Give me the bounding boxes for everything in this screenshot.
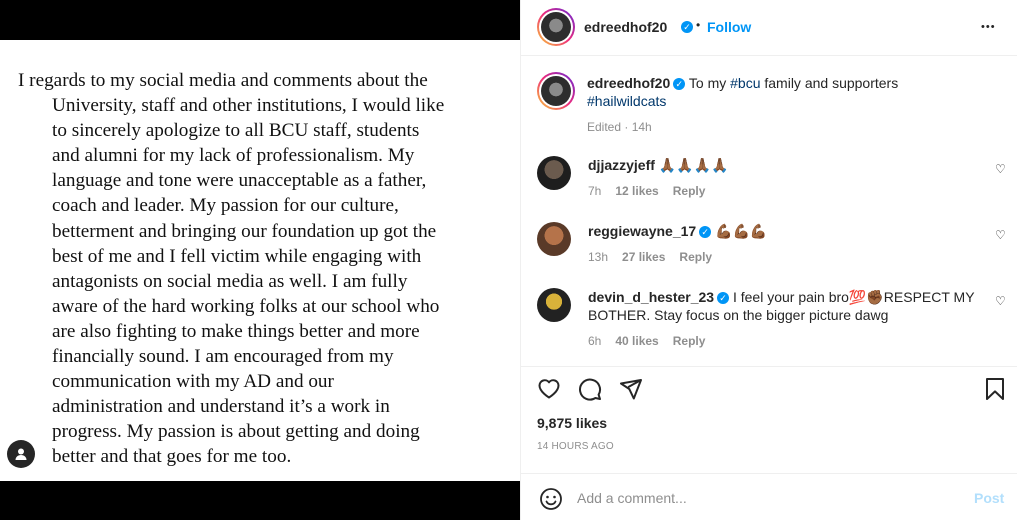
- comment-meta: 6h 40 likes Reply: [588, 332, 988, 350]
- user-tag-icon[interactable]: [7, 440, 35, 468]
- more-options-icon[interactable]: •••: [981, 21, 996, 33]
- comment-text: 🙏🏾🙏🏾🙏🏾🙏🏾: [658, 157, 729, 173]
- share-icon[interactable]: [619, 377, 643, 406]
- avatar[interactable]: [537, 8, 575, 46]
- like-comment-icon[interactable]: ♡: [995, 294, 1006, 308]
- heart-icon[interactable]: [537, 377, 561, 404]
- comment-likes[interactable]: 27 likes: [622, 250, 665, 264]
- caption-username[interactable]: edreedhof20: [587, 75, 670, 91]
- comment-meta: 13h 27 likes Reply: [588, 248, 983, 266]
- comment-username[interactable]: reggiewayne_17: [588, 223, 696, 239]
- letter-line: progress. My passion is about getting an…: [52, 421, 420, 443]
- action-bar: [521, 366, 1017, 406]
- letter-line: administration and understand it’s a wor…: [52, 396, 390, 418]
- comment-time: 6h: [588, 334, 602, 348]
- commenter-avatar[interactable]: [537, 288, 571, 322]
- caption-avatar[interactable]: [537, 72, 575, 110]
- verified-icon: ✓: [717, 292, 730, 305]
- post-image: I regards to my social media and comment…: [0, 40, 520, 481]
- post-caption: edreedhof20 ✓ To my #bcu family and suppo…: [587, 74, 987, 136]
- letter-line: I regards to my social media and comment…: [18, 70, 428, 91]
- post-timestamp: 14 HOURS AGO: [537, 441, 614, 452]
- comment-item: devin_d_hester_23 ✓ I feel your pain bro💯…: [537, 288, 1007, 358]
- letter-line: and alumni for my lack of professionalis…: [52, 145, 415, 167]
- letter-line: communication with my AD and our: [52, 371, 334, 393]
- verified-icon: ✓: [673, 78, 686, 91]
- reply-button[interactable]: Reply: [673, 334, 706, 348]
- comment-username[interactable]: devin_d_hester_23: [588, 289, 714, 305]
- likes-count[interactable]: 9,875 likes: [537, 415, 607, 431]
- comment-time: 7h: [588, 184, 602, 198]
- comment-text: I feel your pain bro💯✊🏾RESPECT MY: [732, 289, 975, 305]
- reply-button[interactable]: Reply: [679, 250, 712, 264]
- comment-item: reggiewayne_17 ✓ 💪🏾💪🏾💪🏾 13h 27 likes Reply …: [537, 222, 1007, 272]
- letter-line: best of me and I fell victim while engag…: [52, 245, 422, 267]
- comment-text: 💪🏾💪🏾💪🏾: [715, 223, 768, 239]
- letter-line: University, staff and other institutions…: [52, 95, 445, 117]
- caption-text: To my: [688, 75, 731, 91]
- hashtag-link[interactable]: #hailwildcats: [587, 93, 666, 109]
- comment-username[interactable]: djjazzyjeff: [588, 157, 655, 173]
- post-media[interactable]: I regards to my social media and comment…: [0, 0, 520, 520]
- caption-text: family and supporters: [760, 75, 899, 91]
- letter-line: better and that goes for me too.: [52, 446, 292, 468]
- comment-icon[interactable]: [578, 377, 602, 406]
- comment-likes[interactable]: 12 likes: [615, 184, 658, 198]
- comment-likes[interactable]: 40 likes: [615, 334, 658, 348]
- verified-icon: ✓: [681, 21, 693, 33]
- hashtag-link[interactable]: #bcu: [730, 75, 760, 91]
- letter-line: are also fighting to make things better …: [52, 320, 420, 342]
- header-username[interactable]: edreedhof20: [584, 19, 667, 35]
- letter-line: financially sound. I am encouraged from …: [52, 346, 394, 368]
- comment-time: 13h: [588, 250, 609, 264]
- post-header: edreedhof20 ✓ • Follow •••: [521, 0, 1017, 56]
- caption-meta: Edited · 14h: [587, 120, 652, 134]
- letter-line: to sincerely apologize to all BCU staff,…: [52, 120, 420, 142]
- reply-button[interactable]: Reply: [673, 184, 706, 198]
- commenter-avatar[interactable]: [537, 222, 571, 256]
- comment-text: BOTHER. Stay focus on the bigger picture…: [588, 307, 889, 323]
- verified-icon: ✓: [699, 226, 712, 239]
- comment-meta: 7h 12 likes Reply: [588, 182, 983, 200]
- comment-input[interactable]: Add a comment...: [577, 490, 687, 506]
- letter-line: coach and leader. My passion for our cul…: [52, 195, 399, 217]
- letter-line: aware of the hard working folks at our s…: [52, 295, 440, 317]
- separator-dot: •: [696, 18, 701, 32]
- emoji-icon[interactable]: [539, 487, 563, 516]
- follow-button[interactable]: Follow: [707, 19, 751, 35]
- letter-line: antagonists on social media as well. I a…: [52, 270, 408, 292]
- comment-item: djjazzyjeff 🙏🏾🙏🏾🙏🏾🙏🏾 7h 12 likes Reply ♡: [537, 156, 1007, 206]
- commenter-avatar[interactable]: [537, 156, 571, 190]
- add-comment-bar: Add a comment... Post: [521, 473, 1017, 520]
- apology-letter: I regards to my social media and comment…: [18, 68, 510, 470]
- bookmark-icon[interactable]: [984, 377, 1006, 406]
- letter-line: language and tone were unacceptable as a…: [52, 170, 427, 192]
- like-comment-icon[interactable]: ♡: [995, 228, 1006, 242]
- post-button[interactable]: Post: [974, 490, 1004, 506]
- like-comment-icon[interactable]: ♡: [995, 162, 1006, 176]
- letter-line: betterment and bringing our foundation u…: [52, 220, 437, 242]
- post-sidebar: edreedhof20 ✓ • Follow ••• edreedhof20 ✓ …: [520, 0, 1017, 520]
